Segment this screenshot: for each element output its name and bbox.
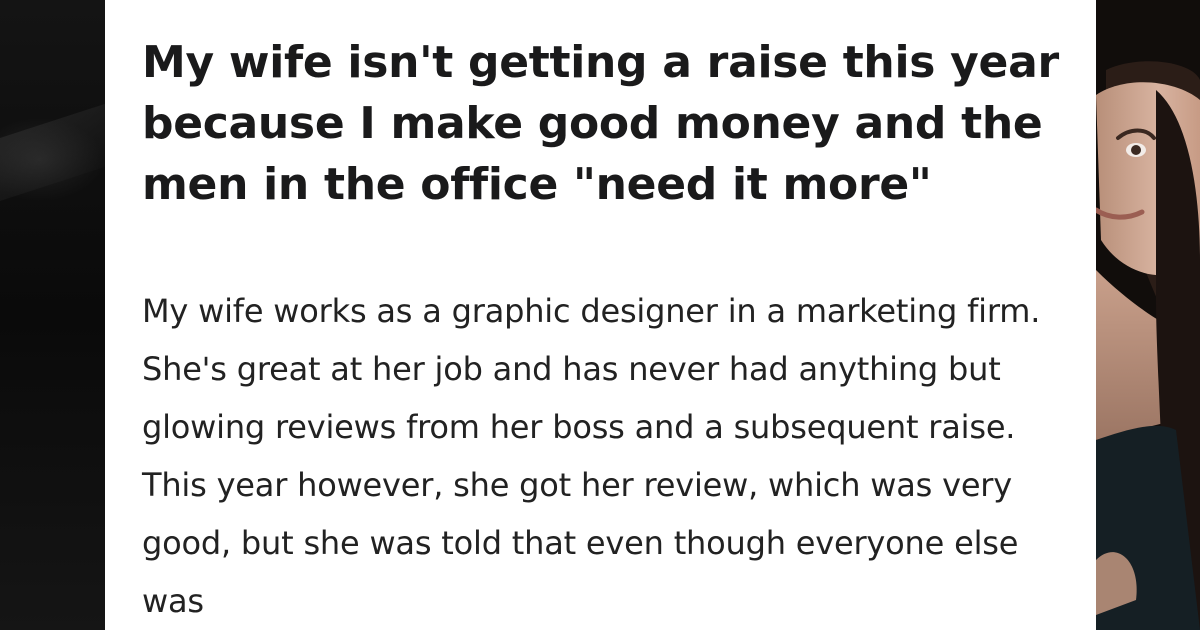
woman-portrait-photo xyxy=(1096,0,1200,630)
post-card: My wife isn't getting a raise this year … xyxy=(105,0,1096,630)
post-body: My wife works as a graphic designer in a… xyxy=(142,292,1041,620)
background-photo-right xyxy=(1096,0,1200,630)
dark-background-left xyxy=(0,0,105,630)
light-streak xyxy=(0,96,105,204)
post-title: My wife isn't getting a raise this year … xyxy=(142,37,1059,210)
